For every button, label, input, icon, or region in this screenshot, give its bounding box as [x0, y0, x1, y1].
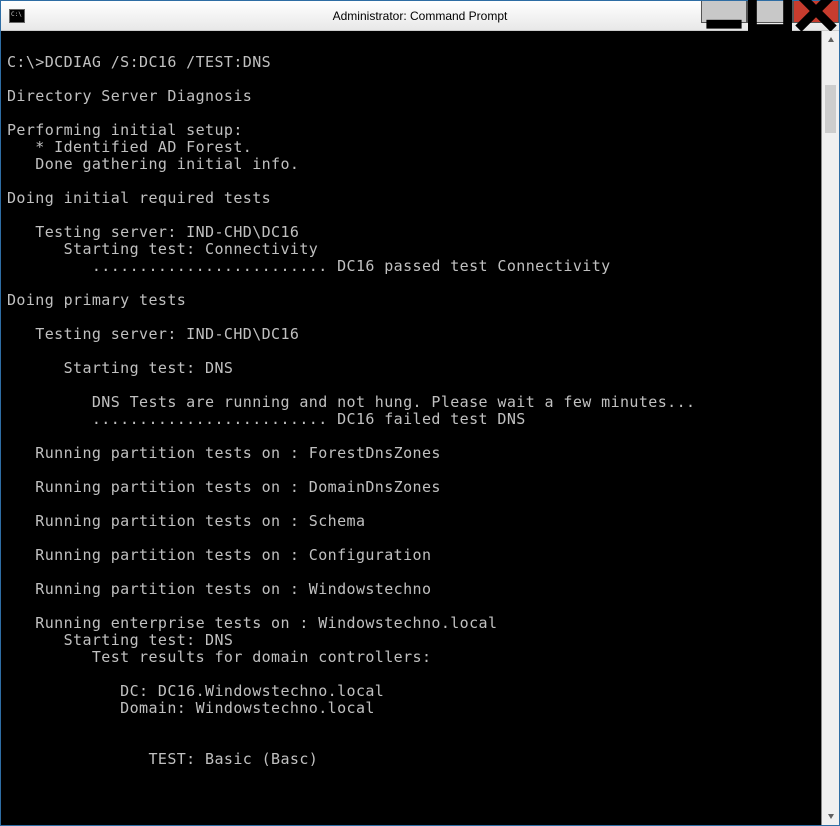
window-buttons: [701, 1, 839, 23]
scroll-down-button[interactable]: [822, 807, 839, 825]
scroll-up-button[interactable]: [822, 31, 839, 49]
app-icon: [9, 9, 25, 23]
window-title: Administrator: Command Prompt: [333, 9, 508, 23]
minimize-button[interactable]: [701, 1, 747, 23]
vertical-scrollbar[interactable]: [821, 31, 839, 825]
scroll-track[interactable]: [822, 49, 839, 807]
command-prompt-window: Administrator: Command Prompt C:\>DCDIAG…: [0, 0, 840, 826]
scroll-thumb[interactable]: [825, 85, 836, 133]
close-button[interactable]: [793, 1, 839, 23]
maximize-button[interactable]: [747, 1, 793, 23]
console-output[interactable]: C:\>DCDIAG /S:DC16 /TEST:DNS Directory S…: [1, 31, 821, 825]
titlebar[interactable]: Administrator: Command Prompt: [1, 1, 839, 31]
client-area: C:\>DCDIAG /S:DC16 /TEST:DNS Directory S…: [1, 31, 839, 825]
